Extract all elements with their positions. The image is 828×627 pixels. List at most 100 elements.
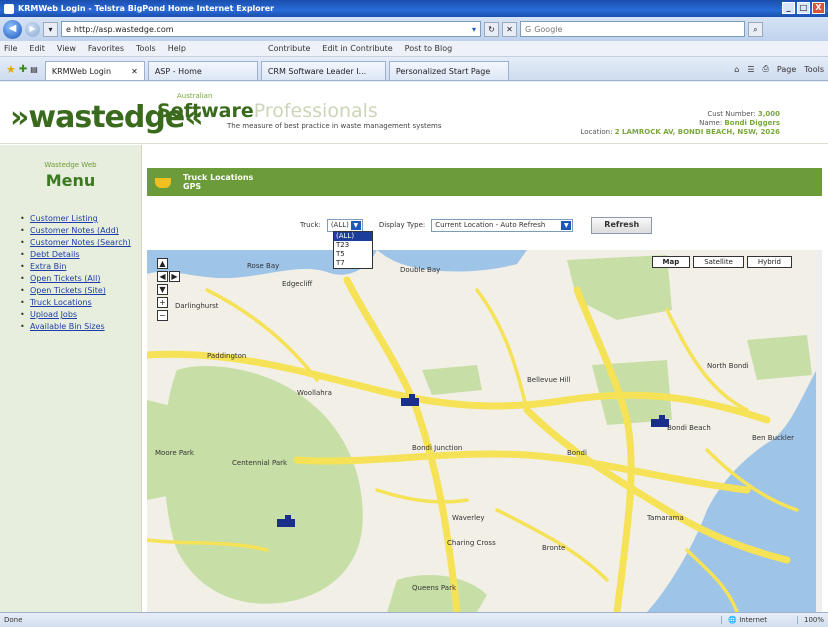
edit-in-contribute-button[interactable]: Edit in Contribute <box>322 44 392 53</box>
menu-help[interactable]: Help <box>168 44 186 53</box>
search-icon[interactable]: ⌕ <box>748 21 763 37</box>
asp-logo: Australian SoftwareProfessionals The mea… <box>157 92 441 130</box>
search-input[interactable]: G Google <box>520 21 745 37</box>
pan-right-button[interactable]: ▶ <box>169 271 180 282</box>
menu-file[interactable]: File <box>4 44 17 53</box>
tab-list-icon[interactable]: ▤ <box>30 65 38 74</box>
refresh-button[interactable]: Refresh <box>591 216 653 234</box>
sidebar-item-debt-details[interactable]: Debt Details <box>20 250 141 260</box>
menu-view[interactable]: View <box>57 44 76 53</box>
zoom-out-button[interactable]: − <box>157 310 168 321</box>
cust-location-value: 2 LAMROCK AV, BONDI BEACH, NSW, 2026 <box>614 128 780 136</box>
menu-edit[interactable]: Edit <box>29 44 45 53</box>
feeds-icon[interactable]: ☰ <box>747 65 754 74</box>
tools-menu[interactable]: Tools <box>804 65 824 74</box>
window-controls: _ □ X <box>782 2 825 14</box>
command-bar: ⌂ ☰ ⎙ Page Tools <box>734 58 828 80</box>
tab-bar: ★ ✚ ▤ KRMWeb Login ✕ ASP - Home CRM Soft… <box>0 57 828 81</box>
favorites-star-icon[interactable]: ★ <box>6 63 16 76</box>
display-type-select[interactable]: Current Location - Auto Refresh <box>431 218 574 232</box>
truck-option[interactable]: T5 <box>334 250 372 259</box>
sidebar-item-customer-notes-add[interactable]: Customer Notes (Add) <box>20 226 141 236</box>
sidebar-item-upload-jobs[interactable]: Upload Jobs <box>20 310 141 320</box>
url-text: http://asp.wastedge.com <box>73 24 174 34</box>
pan-up-button[interactable]: ▲ <box>157 258 168 269</box>
menu-tools[interactable]: Tools <box>136 44 156 53</box>
truck-dropdown-list: (ALL) T23 T5 T7 <box>333 231 373 269</box>
tab-label: KRMWeb Login <box>51 66 112 76</box>
truck-option[interactable]: T7 <box>334 259 372 268</box>
map-label: Tamarama <box>646 514 684 522</box>
post-to-blog-button[interactable]: Post to Blog <box>405 44 453 53</box>
truck-option[interactable]: T23 <box>334 241 372 250</box>
zoom-in-button[interactable]: + <box>157 297 168 308</box>
add-favorite-icon[interactable]: ✚ <box>19 64 27 75</box>
sidebar-item-open-tickets-site[interactable]: Open Tickets (Site) <box>20 286 141 296</box>
small-park <box>422 365 482 395</box>
truck-select[interactable]: (ALL) <box>326 218 363 232</box>
map-label: Queens Park <box>412 584 457 592</box>
sidebar-item-customer-notes-search[interactable]: Customer Notes (Search) <box>20 238 141 248</box>
map-label: Woollahra <box>297 389 332 397</box>
menu-favorites[interactable]: Favorites <box>88 44 124 53</box>
sidebar-subtitle: Wastedge Web <box>44 161 97 169</box>
map-label: Bellevue Hill <box>527 376 571 384</box>
truck-option[interactable]: (ALL) <box>334 232 372 241</box>
google-map[interactable]: Double Bay Edgecliff Paddington Woollahr… <box>147 250 822 612</box>
page-menu[interactable]: Page <box>777 65 796 74</box>
address-toolbar: ◀ ▶ ▾ e http://asp.wastedge.com ▾ ↻ ✕ G … <box>0 17 828 41</box>
tab-close-icon[interactable]: ✕ <box>131 67 138 76</box>
sidebar-item-open-tickets-all[interactable]: Open Tickets (All) <box>20 274 141 284</box>
security-zone: 🌐 Internet <box>721 616 767 624</box>
search-placeholder: Google <box>534 24 563 34</box>
site-header: »wastedge« Australian SoftwareProfession… <box>0 82 828 144</box>
tab-personalized-start[interactable]: Personalized Start Page <box>388 61 509 80</box>
maximize-button[interactable]: □ <box>797 2 810 14</box>
map-type-hybrid-button[interactable]: Hybrid <box>746 256 792 268</box>
banner-title: Truck Locations <box>183 173 254 182</box>
sidebar-menu: Customer Listing Customer Notes (Add) Cu… <box>20 214 141 332</box>
sidebar-item-extra-bin[interactable]: Extra Bin <box>20 262 141 272</box>
map-label: Centennial Park <box>232 459 288 467</box>
contribute-button[interactable]: Contribute <box>268 44 310 53</box>
close-button[interactable]: X <box>812 2 825 14</box>
forward-button[interactable]: ▶ <box>25 21 40 37</box>
pan-down-button[interactable]: ▼ <box>157 284 168 295</box>
sidebar-item-customer-listing[interactable]: Customer Listing <box>20 214 141 224</box>
tab-crm-software[interactable]: CRM Software Leader I... <box>260 61 386 80</box>
url-dropdown-icon[interactable]: ▾ <box>472 25 476 34</box>
map-label: Bondi Beach <box>667 424 711 432</box>
map-canvas[interactable]: Double Bay Edgecliff Paddington Woollahr… <box>147 250 822 612</box>
sidebar-item-truck-locations[interactable]: Truck Locations <box>20 298 141 308</box>
pan-left-button[interactable]: ◀ <box>157 271 168 282</box>
cust-location-label: Location: <box>580 128 613 136</box>
north-bondi-park <box>747 335 812 380</box>
map-label: Paddington <box>207 352 246 360</box>
history-dropdown-icon[interactable]: ▾ <box>43 21 58 37</box>
sidebar-item-available-bin-sizes[interactable]: Available Bin Sizes <box>20 322 141 332</box>
map-label: Ben Buckler <box>752 434 794 442</box>
minimize-button[interactable]: _ <box>782 2 795 14</box>
zoom-level[interactable]: 100% <box>796 616 824 624</box>
map-type-map-button[interactable]: Map <box>651 256 691 268</box>
window-title: KRMWeb Login - Telstra BigPond Home Inte… <box>18 4 275 13</box>
map-label: Moore Park <box>155 449 195 457</box>
home-icon[interactable]: ⌂ <box>734 65 739 74</box>
back-button[interactable]: ◀ <box>3 19 22 39</box>
page-icon: e <box>66 24 71 34</box>
stop-icon[interactable]: ✕ <box>502 21 517 37</box>
display-type-label: Display Type: <box>378 221 426 229</box>
tab-asp-home[interactable]: ASP - Home <box>147 61 258 80</box>
map-label: Double Bay <box>400 266 440 274</box>
tab-krmweb-login[interactable]: KRMWeb Login ✕ <box>44 61 145 80</box>
cust-name-label: Name: <box>699 119 723 127</box>
print-icon[interactable]: ⎙ <box>763 64 769 74</box>
map-type-satellite-button[interactable]: Satellite <box>693 256 744 268</box>
status-zone: 🌐 Internet 100% <box>721 616 824 624</box>
globe-icon: 🌐 <box>728 616 737 624</box>
map-label: Rose Bay <box>247 262 279 270</box>
page-scrollbar[interactable] <box>816 250 822 612</box>
url-input[interactable]: e http://asp.wastedge.com ▾ <box>61 21 481 37</box>
cust-number-label: Cust Number: <box>707 110 756 118</box>
refresh-page-icon[interactable]: ↻ <box>484 21 499 37</box>
